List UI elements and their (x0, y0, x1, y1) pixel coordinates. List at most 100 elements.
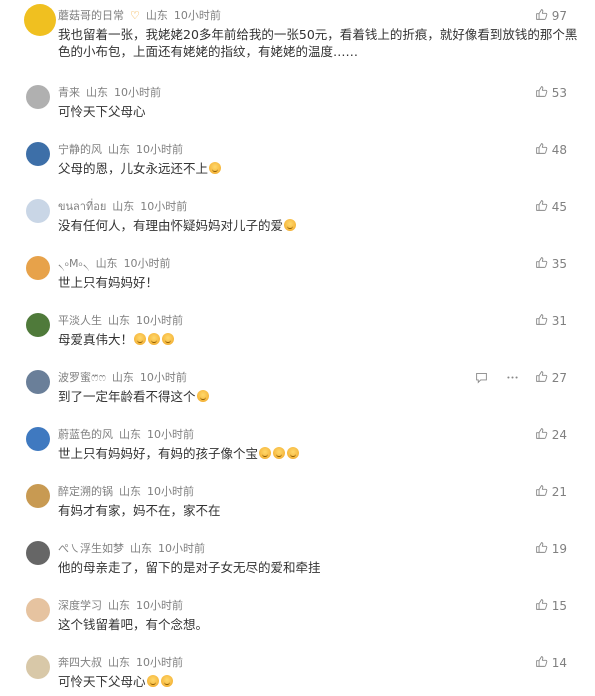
location: 山东 (145, 9, 168, 22)
location: 山东 (111, 371, 134, 384)
more-icon[interactable] (506, 369, 519, 388)
like-button[interactable]: 14 (535, 655, 567, 671)
emoji-icon (148, 333, 161, 345)
timestamp: 10小时前 (136, 143, 183, 156)
like-button[interactable]: 21 (535, 484, 567, 500)
comment-text-block: 父母的恩，儿女永远还不上 (58, 160, 578, 177)
timestamp: 10小时前 (139, 371, 187, 384)
username[interactable]: 波罗蜜ෆ⃛ෆ (58, 371, 106, 384)
comment-text-block: 可怜天下父母心 (58, 103, 578, 120)
like-count: 48 (551, 143, 567, 157)
emoji-icon (287, 447, 300, 459)
location: 山东 (108, 599, 130, 612)
comment-text: 他的母亲走了，留下的是对子女无尽的爱和牵挂 (58, 560, 321, 575)
emoji-icon (196, 390, 209, 402)
like-button[interactable]: 15 (535, 598, 567, 614)
thumbs-up-icon (535, 142, 548, 158)
username[interactable]: 深度学习 (58, 599, 102, 612)
timestamp: 10小时前 (136, 656, 183, 669)
comment-text-block: 世上只有妈妈好！ (58, 274, 578, 291)
like-count: 45 (551, 200, 567, 214)
timestamp: 10小时前 (114, 86, 161, 99)
like-button[interactable]: 97 (535, 8, 567, 24)
comment-text-block: 没有任何人，有理由怀疑妈妈对儿子的爱 (58, 217, 578, 234)
avatar[interactable] (26, 313, 50, 337)
username[interactable]: 平淡人生 (58, 314, 102, 327)
avatar[interactable] (26, 598, 50, 622)
username[interactable]: ৲৹M৹৲ (58, 257, 90, 270)
like-button[interactable]: 45 (535, 199, 567, 215)
comment-meta: 奔四大叔 山东 10小时前 (58, 656, 189, 670)
avatar[interactable] (26, 427, 50, 451)
username[interactable]: 宁静的风 (58, 143, 102, 156)
avatar[interactable] (26, 85, 50, 109)
comment-text: 我也留着一张，我姥姥20多年前给我的一张50元，看着钱上的折痕，就好像看到放钱的… (58, 27, 578, 59)
like-button[interactable]: 31 (535, 313, 567, 329)
comment-text: 母爱真伟大！ (58, 332, 134, 347)
avatar[interactable] (26, 256, 50, 280)
username[interactable]: ぺ㇏浮生如梦 (58, 542, 124, 555)
like-button[interactable]: 53 (535, 85, 567, 101)
location: 山东 (112, 200, 135, 213)
like-count: 27 (551, 371, 567, 385)
comment-text-block: 我也留着一张，我姥姥20多年前给我的一张50元，看着钱上的折痕，就好像看到放钱的… (58, 26, 578, 60)
emoji-icon (259, 447, 272, 459)
like-count: 14 (551, 656, 567, 670)
badge-icon: ♡ (130, 9, 140, 22)
username[interactable]: 醉定溯的锅 (58, 485, 113, 498)
like-count: 35 (551, 257, 567, 271)
like-count: 19 (551, 542, 567, 556)
avatar[interactable] (26, 655, 50, 679)
comment-text: 这个钱留着吧，有个念想。 (58, 617, 209, 632)
reply-icon[interactable] (475, 369, 488, 388)
username[interactable]: 奔四大叔 (58, 656, 102, 669)
comment-actions (475, 369, 519, 388)
like-count: 21 (551, 485, 567, 499)
location: 山东 (108, 656, 130, 669)
avatar[interactable] (24, 4, 56, 36)
location: 山东 (95, 257, 118, 270)
avatar[interactable] (26, 199, 50, 223)
comment-text: 到了一定年龄看不得这个 (58, 389, 196, 404)
like-button[interactable]: 24 (535, 427, 567, 443)
location: 山东 (86, 86, 108, 99)
comment-text: 父母的恩，儿女永远还不上 (58, 161, 209, 176)
thumbs-up-icon (535, 256, 548, 272)
like-button[interactable]: 19 (535, 541, 567, 557)
comment-text-block: 这个钱留着吧，有个念想。 (58, 616, 578, 633)
username[interactable]: 蔚蓝色的风 (58, 428, 113, 441)
comment-meta: 深度学习 山东 10小时前 (58, 599, 189, 613)
comment-meta: 平淡人生 山东 10小时前 (58, 314, 189, 328)
like-button[interactable]: 35 (535, 256, 567, 272)
location: 山东 (119, 485, 141, 498)
comment-list: 蘑菇哥的日常 ♡ 山东 10小时前 我也留着一张，我姥姥20多年前给我的一张50元，看着… (0, 0, 595, 696)
comment-text-block: 到了一定年龄看不得这个 (58, 388, 578, 405)
like-count: 31 (551, 314, 567, 328)
like-count: 53 (551, 86, 567, 100)
emoji-icon (162, 333, 175, 345)
thumbs-up-icon (535, 655, 548, 671)
timestamp: 10小时前 (136, 599, 183, 612)
avatar[interactable] (26, 370, 50, 394)
like-button[interactable]: 27 (535, 370, 567, 386)
like-button[interactable]: 48 (535, 142, 567, 158)
like-count: 24 (551, 428, 567, 442)
emoji-icon (273, 447, 286, 459)
thumbs-up-icon (535, 199, 548, 215)
avatar[interactable] (26, 484, 50, 508)
timestamp: 10小时前 (173, 9, 221, 22)
comment-meta: 蔚蓝色的风 山东 10小时前 (58, 428, 200, 442)
timestamp: 10小时前 (147, 485, 194, 498)
thumbs-up-icon (535, 427, 548, 443)
username[interactable]: 蘑菇哥的日常 (58, 9, 124, 22)
timestamp: 10小时前 (158, 542, 205, 555)
comment-meta: 蘑菇哥的日常 ♡ 山东 10小时前 (58, 9, 227, 23)
avatar[interactable] (26, 142, 50, 166)
thumbs-up-icon (535, 85, 548, 101)
thumbs-up-icon (535, 541, 548, 557)
thumbs-up-icon (535, 313, 548, 329)
username[interactable]: 青来 (58, 86, 80, 99)
username[interactable]: ขนลาที่อย (58, 200, 106, 213)
comment-meta: 青来 山东 10小时前 (58, 86, 167, 100)
avatar[interactable] (26, 541, 50, 565)
